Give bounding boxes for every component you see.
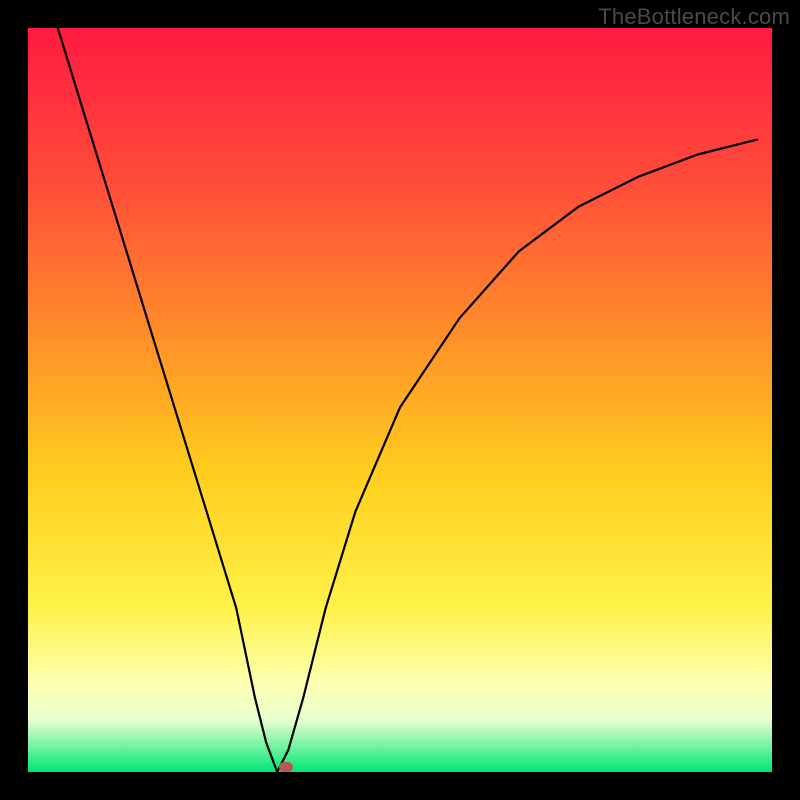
attribution-text: TheBottleneck.com (598, 4, 790, 30)
chart-plot-area (28, 28, 772, 772)
optimum-marker (279, 762, 293, 772)
